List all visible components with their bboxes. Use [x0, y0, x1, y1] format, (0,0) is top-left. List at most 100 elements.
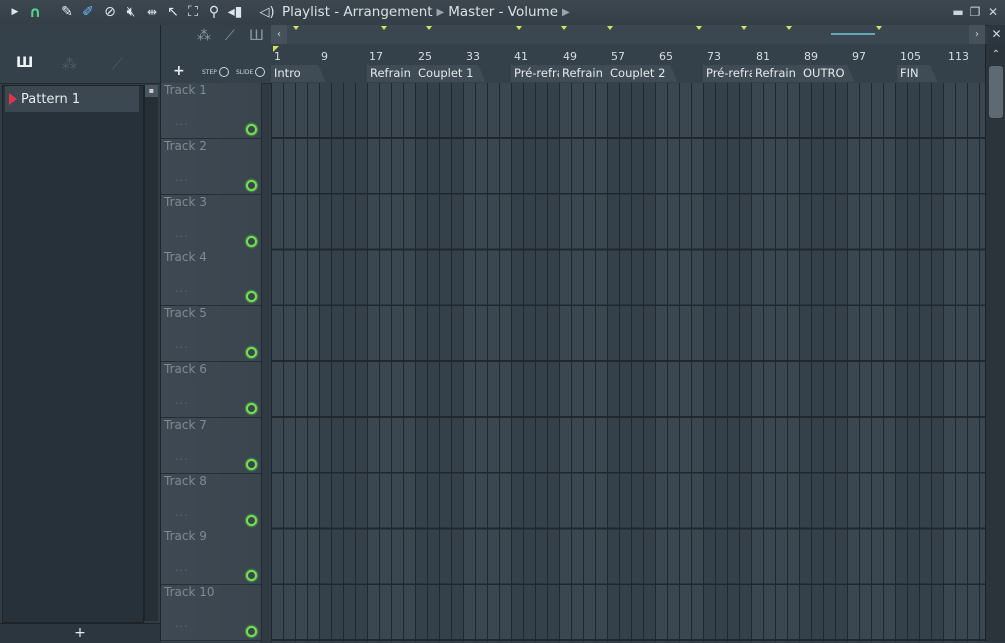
slip-icon[interactable]: ⇹	[143, 3, 161, 21]
track-header[interactable]: Track 9...	[161, 529, 261, 586]
track-header[interactable]: Track 5...	[161, 306, 261, 363]
breadcrumb-target[interactable]: Master - Volume	[448, 4, 558, 20]
pencil-icon[interactable]: ✎	[58, 3, 76, 21]
track-name: Track 7	[164, 417, 207, 432]
piano-roll-icon[interactable]: Ш	[16, 55, 33, 71]
arrangement-grid[interactable]	[271, 83, 985, 642]
vertical-scrollbar[interactable]: ⌃	[985, 44, 1005, 642]
restore-icon[interactable]: ❐	[967, 4, 983, 20]
mute-circle-icon[interactable]: ⊘	[101, 3, 119, 21]
select-icon[interactable]: ↖	[164, 3, 182, 21]
bar-number: 1	[274, 50, 281, 63]
track-header[interactable]: Track 6...	[161, 362, 261, 418]
bar-number: 41	[514, 50, 528, 63]
view-position-indicator[interactable]	[831, 33, 875, 35]
overview-marker	[381, 26, 387, 30]
picker-panel: Ш ⁂ ⟋ Pattern 1 ▪ +	[0, 25, 161, 643]
track-dots: ...	[175, 617, 189, 631]
bar-number: 25	[418, 50, 432, 63]
overview-marker	[876, 26, 882, 30]
track-name: Track 1	[164, 83, 207, 97]
track-enable-icon[interactable]	[246, 570, 257, 582]
track-enable-icon[interactable]	[246, 626, 257, 638]
scroll-left-icon[interactable]: ‹	[271, 25, 287, 44]
track-enable-icon[interactable]	[246, 235, 257, 247]
bar-number: 89	[804, 50, 818, 63]
add-pattern-button[interactable]: +	[0, 623, 160, 643]
scroll-up-icon[interactable]: ⌃	[988, 48, 1004, 62]
step-label: STEP	[202, 68, 217, 76]
speaker-mute-icon[interactable]: 🔇︎	[122, 3, 140, 21]
timeline-ruler[interactable]: 1 9 17 25 33 41 49 57 65 73 81 89 97 105 113 Intro Refra…	[271, 44, 985, 84]
track-header[interactable]: Track 10...	[161, 585, 261, 642]
track-header[interactable]: Track 3...	[161, 194, 261, 251]
pattern-item[interactable]: Pattern 1	[5, 86, 139, 112]
track-header[interactable]: Track 8...	[161, 473, 261, 530]
track-dots: ...	[175, 561, 189, 575]
arrangement-marker[interactable]: OUTRO	[800, 65, 855, 82]
overview-marker	[426, 26, 432, 30]
bar-number: 73	[707, 50, 721, 63]
track-enable-icon[interactable]	[246, 291, 257, 303]
overview-marker	[786, 26, 792, 30]
track-headers: Track 1... Track 2... Track 3... Track 4...…	[161, 83, 262, 642]
close-icon[interactable]: ✕	[988, 25, 1005, 44]
minimize-icon[interactable]: ▬	[950, 4, 966, 20]
track-enable-icon[interactable]	[246, 403, 257, 414]
play-arrow-icon[interactable]: ▶	[6, 3, 24, 21]
magnet-icon[interactable]: ∩	[26, 3, 44, 21]
piano-roll-icon[interactable]: Ш	[249, 28, 264, 44]
track-enable-icon[interactable]	[246, 458, 257, 470]
step-toggle[interactable]: STEP	[202, 67, 229, 77]
add-track-button[interactable]: +	[173, 63, 185, 79]
paint-brush-icon[interactable]: ✐	[79, 3, 97, 21]
arrangement-marker[interactable]: Couplet 1	[415, 65, 486, 82]
track-dots: ...	[175, 394, 189, 407]
overview-marker	[696, 26, 702, 30]
bar-number: 9	[321, 50, 328, 63]
overview-marker	[516, 26, 522, 30]
slide-label: SLIDE	[236, 68, 254, 76]
speaker-icon[interactable]: ◁)	[258, 3, 276, 21]
slide-toggle-icon[interactable]	[255, 67, 266, 77]
track-header[interactable]: Track 1...	[161, 83, 261, 139]
step-toggle-icon[interactable]	[218, 67, 229, 77]
track-enable-icon[interactable]	[246, 179, 257, 191]
scrollbar-thumb[interactable]	[989, 66, 1003, 118]
scroll-up-icon[interactable]: ▪	[145, 85, 158, 97]
overview-marker	[293, 26, 299, 30]
automation-icon[interactable]: ⟋	[225, 28, 235, 44]
track-header[interactable]: Track 2...	[161, 138, 261, 195]
track-dots: ...	[175, 449, 189, 463]
audio-clip-icon[interactable]: ⁂	[197, 28, 211, 44]
bar-number: 113	[948, 50, 969, 63]
audio-clip-icon[interactable]: ⁂	[62, 55, 77, 73]
playlist-toolbar: ▶ ∩ ✎ ✐ ⊘ 🔇︎ ⇹ ↖ ⛶ ⚲ ◂▮ ◁) Playlist - Ar…	[0, 0, 1005, 26]
playback-icon[interactable]: ◂▮	[226, 3, 244, 21]
track-header[interactable]: Track 4...	[161, 250, 261, 307]
track-name: Track 8	[164, 473, 207, 488]
track-header[interactable]: Track 7...	[161, 417, 261, 474]
track-dots: ...	[175, 282, 189, 296]
automation-icon[interactable]: ⟋	[112, 55, 123, 73]
arrangement-marker[interactable]: Intro	[271, 65, 326, 82]
arrangement-marker[interactable]: Couplet 2	[607, 65, 678, 82]
breadcrumb-playlist[interactable]: Playlist - Arrangement	[282, 4, 433, 20]
slide-toggle[interactable]: SLIDE	[236, 67, 266, 77]
close-icon[interactable]: ✕	[985, 4, 1001, 20]
track-enable-icon[interactable]	[246, 514, 257, 526]
bar-number: 57	[611, 50, 625, 63]
zoom-icon[interactable]: ⚲	[205, 3, 223, 21]
track-enable-icon[interactable]	[246, 124, 257, 135]
zoom-rect-icon[interactable]: ⛶	[184, 3, 202, 21]
track-enable-icon[interactable]	[246, 347, 257, 359]
bar-number: 97	[852, 50, 866, 63]
bar-number: 81	[756, 50, 770, 63]
arrangement-marker[interactable]: FIN	[897, 65, 938, 82]
timeline-overview[interactable]: ‹ ›	[271, 25, 985, 45]
scroll-right-icon[interactable]: ›	[969, 25, 985, 44]
bar-number: 65	[659, 50, 673, 63]
track-name: Track 6	[164, 362, 207, 376]
chevron-right-icon[interactable]: ▶	[558, 7, 574, 18]
picker-scrollbar[interactable]: ▪	[144, 85, 158, 621]
